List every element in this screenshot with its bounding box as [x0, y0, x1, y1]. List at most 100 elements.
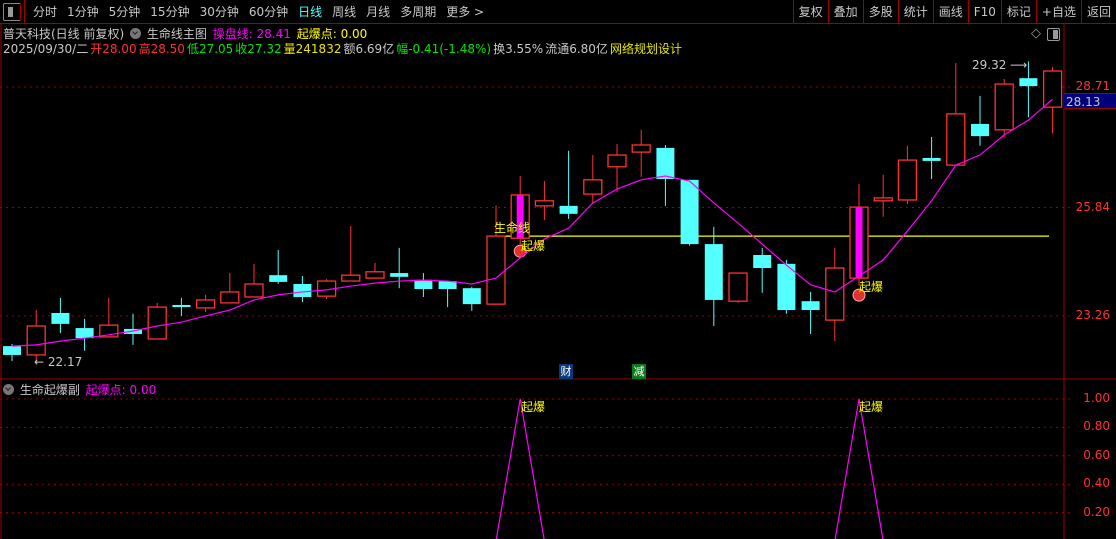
candle-body [220, 291, 240, 304]
toolbar-button[interactable]: F10 [967, 0, 1001, 24]
candle-body [147, 306, 167, 340]
toolbar-button[interactable]: 多股 [862, 0, 898, 24]
sub-axis-label: 0.40 [1083, 476, 1110, 491]
candle-body [873, 197, 893, 202]
qibao-label-1: 起爆 [521, 239, 546, 253]
sub-qibao-label-2: 起爆 [859, 400, 884, 414]
right-toolbar: 复权 叠加 多股 统计 画线 F10 标记 +自选 返回 [792, 0, 1116, 24]
candle-body [390, 273, 409, 277]
toolbar-button[interactable]: 标记 [1000, 0, 1036, 24]
reduce-tag[interactable]: 减 [632, 364, 646, 379]
candle-body [946, 113, 966, 166]
candle-body [75, 328, 94, 339]
candle-body [583, 179, 603, 195]
candle-body [414, 279, 433, 290]
lifeline [11, 98, 1053, 347]
quote-float: 流通6.80亿 [545, 42, 608, 56]
panel-layout-icon[interactable] [1047, 28, 1060, 41]
candle-body [51, 312, 70, 324]
stock-title: 普天科技(日线 前复权) [3, 27, 125, 41]
toolbar-button[interactable]: 画线 [932, 0, 968, 24]
candle-body [269, 275, 288, 282]
price-axis-label: 23.26 [1075, 307, 1110, 322]
quote-amount: 额6.69亿 [343, 42, 395, 56]
quote-close: 收27.32 [235, 42, 282, 56]
sub-indicator-name[interactable]: 生命起爆副 [20, 383, 80, 397]
period-tab[interactable]: 日线 [293, 0, 327, 24]
quote-date: 2025/09/30/二 [3, 42, 89, 56]
toolbar-button[interactable]: 返回 [1080, 0, 1116, 24]
candle-body [1042, 70, 1063, 108]
toolbar-button[interactable]: 复权 [792, 0, 828, 24]
toolbar-divider [24, 0, 25, 24]
sub-axis-label: 0.20 [1083, 504, 1110, 519]
candle-body [1019, 78, 1038, 87]
quote-high: 高28.50 [138, 42, 185, 56]
qibao-bar [855, 207, 863, 279]
period-tab[interactable]: 月线 [361, 0, 395, 24]
top-toolbar: 分时 1分钟 5分钟 15分钟 30分钟 60分钟 日线 周线 月线 多周期 更多 > 复权 叠加 多股… [0, 0, 1116, 24]
chevron-down-icon[interactable] [3, 384, 14, 395]
sub-axis-label: 0.80 [1083, 419, 1110, 434]
quote-open: 开28.00 [90, 42, 137, 56]
candle-body [195, 299, 216, 309]
qibao-label-2: 起爆 [859, 280, 884, 294]
candle-body [534, 200, 555, 207]
toolbar-button[interactable]: 统计 [897, 0, 933, 24]
sub-qibao-label-1: 起爆 [521, 400, 546, 414]
candle-body [26, 325, 46, 356]
period-tab[interactable]: 15分钟 [145, 0, 194, 24]
quote-low: 低27.05 [186, 42, 234, 56]
period-tab[interactable]: 5分钟 [104, 0, 146, 24]
candle-body [922, 157, 941, 161]
diamond-icon[interactable]: ◇ [1031, 26, 1041, 41]
max-price-annotation: 29.32 ⟶ [972, 58, 1028, 72]
current-price-label: 28.13 [1064, 93, 1116, 109]
candle-body [680, 179, 699, 245]
candle-body [728, 272, 748, 302]
period-tab[interactable]: 分时 [28, 0, 62, 24]
candle-body [341, 274, 361, 282]
period-tab[interactable]: 1分钟 [62, 0, 104, 24]
quote-sector[interactable]: 网络规划设计 [610, 42, 682, 56]
candle-body [825, 267, 845, 321]
max-price: 29.32 [972, 58, 1007, 72]
period-tab[interactable]: 多周期 [395, 0, 441, 24]
chevron-down-icon[interactable] [130, 28, 142, 39]
candle-body [704, 244, 723, 300]
quote-volume: 量241832 [283, 42, 342, 56]
period-tab[interactable]: 30分钟 [195, 0, 244, 24]
kline-chart[interactable] [0, 0, 1116, 539]
toolbar-button[interactable]: +自选 [1035, 0, 1081, 24]
sub-axis-label: 0.60 [1083, 447, 1110, 462]
min-price-annotation: ← 22.17 [34, 355, 83, 369]
quote-turnover: 换3.55% [493, 42, 544, 56]
finance-tag[interactable]: 财 [559, 364, 573, 379]
candle-body [994, 83, 1014, 131]
candle-body [607, 154, 627, 168]
candle-body [656, 147, 675, 179]
indicator-name[interactable]: 生命线主图 [147, 27, 207, 41]
period-tab[interactable]: 更多 > [441, 0, 489, 24]
candle-body [631, 144, 651, 153]
toolbar-button[interactable]: 叠加 [827, 0, 863, 24]
panel-toggle-icon[interactable] [3, 2, 21, 21]
min-price: 22.17 [47, 355, 83, 369]
period-tabs: 分时 1分钟 5分钟 15分钟 30分钟 60分钟 日线 周线 月线 多周期 更多 > [28, 0, 489, 24]
quote-change: 幅-0.41(-1.48%) [396, 42, 492, 56]
period-tab[interactable]: 周线 [327, 0, 361, 24]
operating-line-value: 操盘线: 28.41 [212, 27, 291, 41]
candle-body [244, 283, 264, 298]
sub-panel-header: 生命起爆副 起爆点: 0.00 [3, 381, 158, 398]
period-tab[interactable]: 60分钟 [244, 0, 293, 24]
candle-body [462, 288, 481, 305]
quote-line: 2025/09/30/二 开28.00 高28.50 低27.05 收27.32 量241… [3, 40, 684, 57]
candle-body [486, 235, 506, 305]
candle-body [897, 159, 918, 201]
qibao-signal-line [495, 398, 884, 539]
sub-axis-label: 1.00 [1083, 391, 1110, 405]
candle-body [3, 346, 21, 355]
price-axis-label: 28.71 [1075, 79, 1110, 93]
sub-qibao-value: 起爆点: 0.00 [85, 383, 157, 397]
qibao-value: 起爆点: 0.00 [296, 27, 368, 41]
